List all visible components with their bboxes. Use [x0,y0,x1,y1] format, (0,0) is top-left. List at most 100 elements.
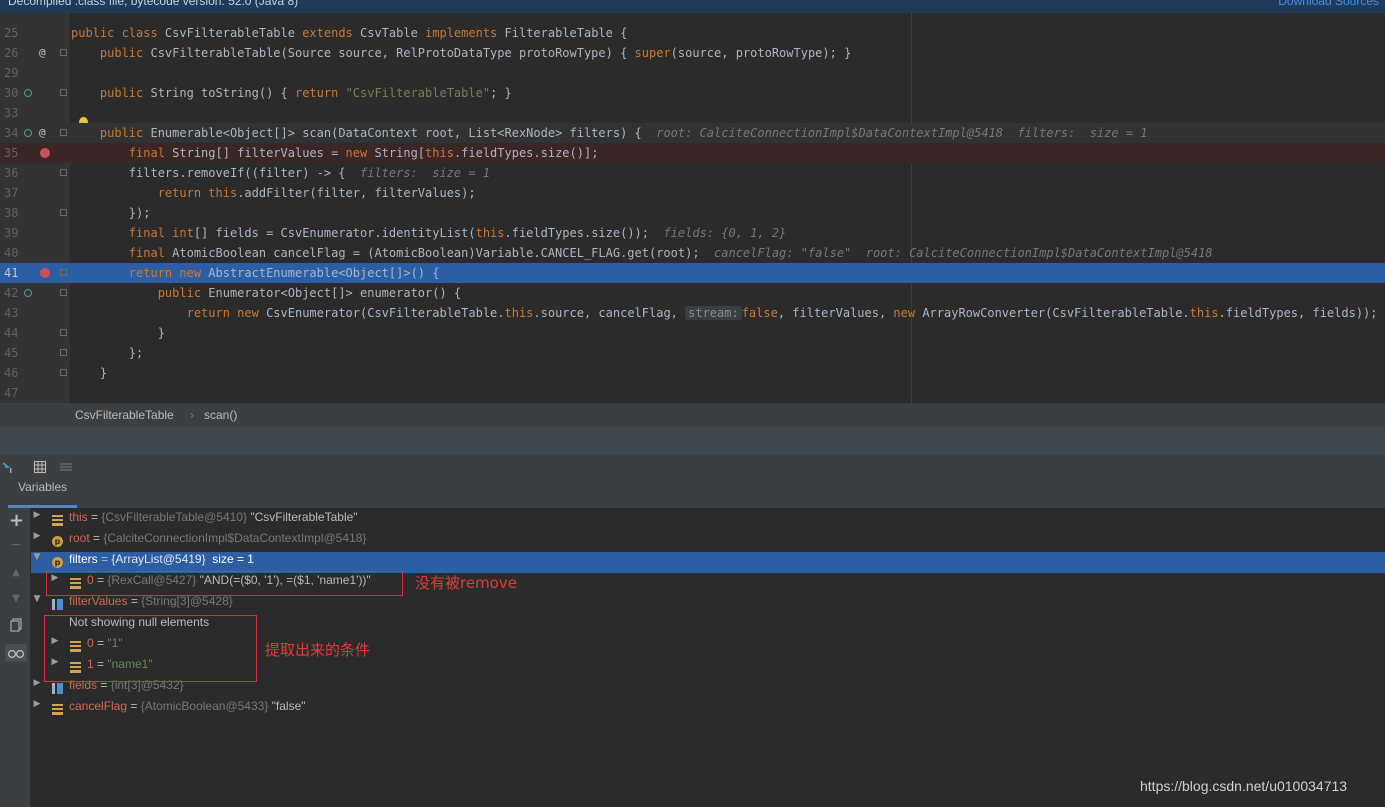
code-line[interactable]: 38 }); [0,203,1385,223]
fold-toggle-icon[interactable] [60,89,67,96]
code-line[interactable]: 40 final AtomicBoolean cancelFlag = (Ato… [0,243,1385,263]
code-line[interactable]: 41 return new AbstractEnumerable<Object[… [0,263,1385,283]
expand-right-icon[interactable]: ▶ [32,678,42,688]
line-number[interactable]: 34 [4,123,22,143]
code-editor[interactable]: 25 public class CsvFilterableTable extend… [0,13,1385,403]
breadcrumb-method[interactable]: scan() [204,403,237,427]
override-marker-icon[interactable] [24,129,32,137]
field-icon [52,704,63,715]
glasses-icon[interactable] [5,644,27,662]
fold-toggle-icon[interactable] [60,269,67,276]
equals-sign: = [127,594,142,608]
fold-toggle-icon[interactable] [60,169,67,176]
line-number[interactable]: 42 [4,283,22,303]
arrow-up-icon[interactable]: ▲ [9,566,23,580]
code-line[interactable]: 34 @ public Enumerable<Object[]> scan(Dat… [0,123,1385,143]
expand-right-icon[interactable]: ▶ [32,510,42,520]
line-number[interactable]: 37 [4,183,22,203]
fold-toggle-icon[interactable] [60,209,67,216]
line-number[interactable]: 39 [4,223,22,243]
fold-toggle-icon[interactable] [60,289,67,296]
annotation-at-icon[interactable]: @ [39,43,46,63]
code-line[interactable]: 44 } [0,323,1385,343]
arrow-down-icon[interactable]: ▼ [9,592,23,606]
line-number[interactable]: 35 [4,143,22,163]
fold-toggle-icon[interactable] [60,349,67,356]
override-marker-icon[interactable] [24,289,32,297]
code-line[interactable]: 30 public String toString() { return "Cs… [0,83,1385,103]
code-token: super [634,46,671,60]
code-line[interactable]: 39 final int[] fields = CsvEnumerator.id… [0,223,1385,243]
panel-splitter[interactable] [0,427,1385,455]
code-line[interactable]: 43 return new CsvEnumerator(CsvFilterabl… [0,303,1385,323]
annotation-at-icon[interactable]: @ [39,123,46,143]
table-view-icon[interactable] [34,461,46,473]
line-number[interactable]: 40 [4,243,22,263]
line-number[interactable]: 46 [4,363,22,383]
variable-row[interactable]: ▼ p filters = {ArrayList@5419} size = 1 [31,552,1385,573]
code-line[interactable]: 36 filters.removeIf((filter) -> { filter… [0,163,1385,183]
code-line[interactable]: 45 }; [0,343,1385,363]
code-token: implements [425,26,505,40]
code-token: this [425,146,454,160]
line-number[interactable]: 38 [4,203,22,223]
line-number[interactable]: 43 [4,303,22,323]
expand-down-icon[interactable]: ▼ [32,594,42,604]
variable-row[interactable]: ▼ filterValues = {String[3]@5428} [31,594,1385,615]
code-text: public class CsvFilterableTable extends … [71,23,627,43]
expand-right-icon[interactable]: ▶ [32,699,42,709]
variable-type: {ArrayList@5419} [111,552,206,566]
expand-right-icon[interactable]: ▶ [32,531,42,541]
code-line[interactable]: 26 @ public CsvFilterableTable(Source sou… [0,43,1385,63]
equals-sign: = [87,510,102,524]
line-number[interactable]: 33 [4,103,22,123]
variable-row[interactable]: ▶ this = {CsvFilterableTable@5410} "CsvFi… [31,510,1385,531]
fold-toggle-icon[interactable] [60,329,67,336]
code-token: AbstractEnumerable<Object[]>() { [208,266,440,280]
line-number[interactable]: 45 [4,343,22,363]
variable-row[interactable]: ▶ p root = {CalciteConnectionImpl$DataCont… [31,531,1385,552]
expand-down-icon[interactable]: ▼ [32,552,42,562]
line-number[interactable]: 25 [4,23,22,43]
code-line[interactable]: 29 [0,63,1385,83]
code-token: String[ [374,146,426,160]
variable-row[interactable]: ▶ cancelFlag = {AtomicBoolean@5433} "fals… [31,699,1385,720]
override-marker-icon[interactable] [24,89,32,97]
minus-icon[interactable]: − [9,538,23,552]
code-line[interactable]: 47 [0,383,1385,403]
code-line[interactable]: 33 [0,103,1385,128]
code-line[interactable]: 42 public Enumerator<Object[]> enumerato… [0,283,1385,303]
line-number[interactable]: 26 [4,43,22,63]
line-number[interactable]: 47 [4,383,22,403]
download-sources-link[interactable]: Download Sources [1278,0,1379,8]
code-line[interactable]: 35 final String[] filterValues = new Str… [0,143,1385,163]
code-token: new [893,306,923,320]
variable-type: {CsvFilterableTable@5410} [101,510,247,524]
plus-icon[interactable]: + [9,512,24,530]
tab-variables[interactable]: Variables [8,480,78,508]
code-line[interactable]: 46 } [0,363,1385,383]
line-number[interactable]: 44 [4,323,22,343]
code-token: .addFilter(filter, filterValues); [237,186,476,200]
line-number[interactable]: 29 [4,63,22,83]
variables-tabbar: Variables [0,480,1385,509]
fold-toggle-icon[interactable] [60,369,67,376]
breakpoint-icon[interactable] [40,268,50,278]
fold-toggle-icon[interactable] [60,129,67,136]
line-number[interactable]: 30 [4,83,22,103]
code-line[interactable]: 25 public class CsvFilterableTable extend… [0,23,1385,43]
copy-icon[interactable] [9,618,23,632]
fold-toggle-icon[interactable] [60,49,67,56]
code-token: public [99,126,151,140]
line-number[interactable]: 41 [4,263,22,283]
code-line[interactable]: 37 return this.addFilter(filter, filterV… [0,183,1385,203]
breakpoint-icon[interactable] [40,148,50,158]
breadcrumb-class[interactable]: CsvFilterableTable [75,403,174,427]
step-cursor-icon[interactable] [2,461,14,473]
restore-layout-icon[interactable] [60,461,72,473]
line-number[interactable]: 36 [4,163,22,183]
variable-text: filterValues = {String[3]@5428} [69,594,233,608]
code-text: public Enumerable<Object[]> scan(DataCon… [71,123,1148,143]
equals-sign: = [89,531,104,545]
